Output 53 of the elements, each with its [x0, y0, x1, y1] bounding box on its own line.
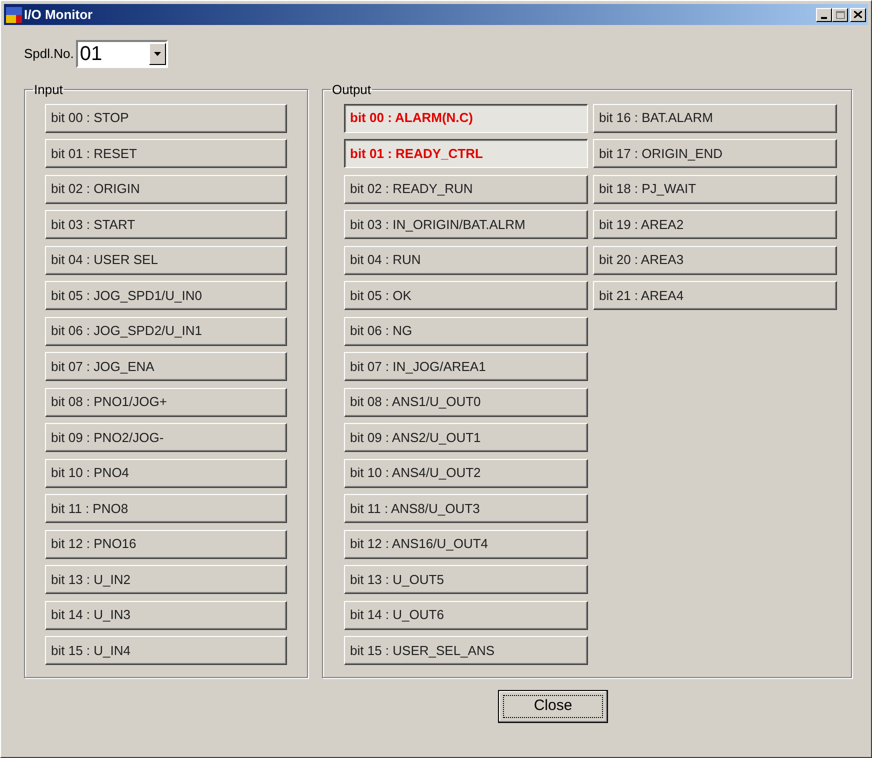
spindle-label: Spdl.No. — [24, 45, 74, 64]
bit-button[interactable]: bit 08 : ANS1/U_OUT0 — [344, 388, 588, 416]
bit-button[interactable]: bit 05 : JOG_SPD1/U_IN0 — [45, 281, 287, 310]
output-group-title: Output — [331, 81, 372, 99]
bit-button[interactable]: bit 14 : U_OUT6 — [344, 600, 588, 630]
bit-button[interactable]: bit 03 : IN_ORIGIN/BAT.ALRM — [344, 210, 588, 239]
bit-button[interactable]: bit 05 : OK — [344, 281, 588, 310]
bit-button[interactable]: bit 12 : PNO16 — [45, 530, 287, 558]
bit-button[interactable]: bit 02 : ORIGIN — [45, 174, 287, 204]
app-logo-icon — [6, 6, 22, 22]
bit-button[interactable]: bit 12 : ANS16/U_OUT4 — [344, 530, 588, 558]
bit-button[interactable]: bit 21 : AREA4 — [593, 281, 837, 310]
bit-button[interactable]: bit 10 : ANS4/U_OUT2 — [344, 458, 588, 488]
bit-button[interactable]: bit 17 : ORIGIN_END — [593, 139, 837, 168]
bit-button[interactable]: bit 14 : U_IN3 — [45, 600, 287, 630]
input-group-title: Input — [33, 81, 64, 99]
bit-button[interactable]: bit 00 : STOP — [45, 104, 287, 132]
bit-button[interactable]: bit 04 : RUN — [344, 246, 588, 274]
bit-button[interactable]: bit 18 : PJ_WAIT — [593, 174, 837, 204]
close-window-button[interactable] — [850, 8, 866, 22]
bit-button[interactable]: bit 06 : NG — [344, 316, 588, 346]
bit-button[interactable]: bit 02 : READY_RUN — [344, 174, 588, 204]
bit-button[interactable]: bit 04 : USER SEL — [45, 246, 287, 274]
caret-icon — [154, 52, 161, 56]
bit-button[interactable]: bit 11 : ANS8/U_OUT3 — [344, 494, 588, 523]
window-title: I/O Monitor — [24, 6, 93, 24]
spindle-dropdown[interactable]: 01 — [76, 40, 168, 68]
maximize-button[interactable] — [832, 8, 848, 22]
bit-button[interactable]: bit 07 : JOG_ENA — [45, 352, 287, 381]
dropdown-button[interactable] — [148, 43, 166, 65]
bit-button[interactable]: bit 08 : PNO1/JOG+ — [45, 388, 287, 416]
bit-button[interactable]: bit 09 : ANS2/U_OUT1 — [344, 423, 588, 452]
bit-button[interactable]: bit 13 : U_OUT5 — [344, 565, 588, 594]
bit-button[interactable]: bit 07 : IN_JOG/AREA1 — [344, 352, 588, 381]
bit-button[interactable]: bit 01 : READY_CTRL — [344, 139, 588, 168]
bit-button[interactable]: bit 13 : U_IN2 — [45, 565, 287, 594]
bit-button[interactable]: bit 10 : PNO4 — [45, 458, 287, 488]
bit-button[interactable]: bit 15 : U_IN4 — [45, 636, 287, 665]
close-icon — [854, 11, 862, 18]
bit-button[interactable]: bit 09 : PNO2/JOG- — [45, 423, 287, 452]
minimize-icon — [821, 16, 827, 18]
maximize-icon — [836, 10, 844, 18]
bit-button[interactable]: bit 16 : BAT.ALARM — [593, 104, 837, 132]
bit-button[interactable]: bit 06 : JOG_SPD2/U_IN1 — [45, 316, 287, 346]
bit-button[interactable]: bit 15 : USER_SEL_ANS — [344, 636, 588, 665]
bit-button[interactable]: bit 00 : ALARM(N.C) — [344, 104, 588, 132]
bit-button[interactable]: bit 19 : AREA2 — [593, 210, 837, 239]
bit-button[interactable]: bit 03 : START — [45, 210, 287, 239]
minimize-button[interactable] — [816, 8, 832, 22]
close-button[interactable]: Close — [498, 690, 608, 723]
bit-button[interactable]: bit 20 : AREA3 — [593, 246, 837, 274]
bit-button[interactable]: bit 11 : PNO8 — [45, 494, 287, 523]
bit-button[interactable]: bit 01 : RESET — [45, 139, 287, 168]
